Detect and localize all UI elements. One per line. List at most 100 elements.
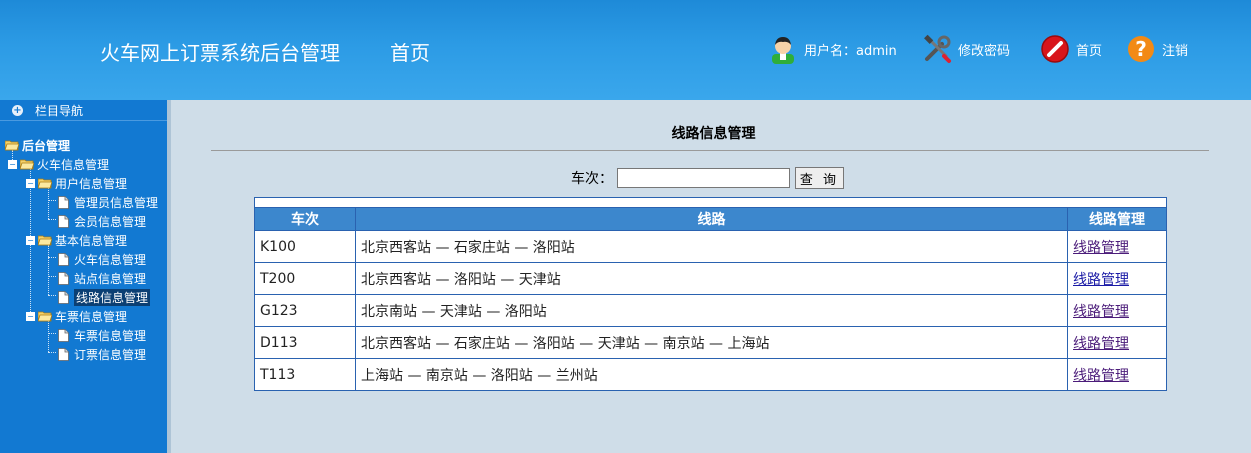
tree-node-label: 订票信息管理 bbox=[74, 347, 147, 362]
home-nav-link[interactable]: 首页 bbox=[390, 37, 430, 66]
document-icon bbox=[58, 252, 69, 266]
folder-open-icon bbox=[38, 178, 52, 188]
tree-node-label: 火车信息管理 bbox=[37, 157, 110, 172]
logout-label: 注销 bbox=[1162, 43, 1189, 59]
tree-line bbox=[48, 276, 56, 277]
change-password-label: 修改密码 bbox=[958, 43, 1011, 59]
collapse-icon[interactable]: − bbox=[26, 311, 35, 321]
document-icon bbox=[58, 347, 69, 361]
question-icon: ? bbox=[1128, 36, 1154, 62]
tree-node-booking-mgmt[interactable]: 订票信息管理 bbox=[58, 345, 146, 363]
svg-text:?: ? bbox=[1135, 37, 1147, 61]
table-spacer bbox=[254, 197, 1167, 208]
column-header-train: 车次 bbox=[254, 207, 356, 231]
expand-icon: + bbox=[12, 104, 23, 116]
user-info: 用户名：admin bbox=[768, 33, 897, 65]
tree-node-member-info[interactable]: 会员信息管理 bbox=[58, 212, 146, 230]
route-cell: 北京南站 — 天津站 — 洛阳站 bbox=[355, 294, 1068, 327]
tree-node-label: 用户信息管理 bbox=[55, 176, 128, 191]
tree-line bbox=[48, 295, 56, 296]
train-cell: T200 bbox=[254, 262, 356, 295]
table-row: K100 北京西客站 — 石家庄站 — 洛阳站 线路管理 bbox=[254, 230, 1167, 263]
top-header: 火车网上订票系统后台管理 首页 用户名：admin 修改密码 首页 ? 注销 bbox=[0, 0, 1251, 100]
home-link[interactable]: 首页 bbox=[1040, 33, 1102, 65]
search-button[interactable]: 查 询 bbox=[795, 167, 844, 189]
route-cell: 上海站 — 南京站 — 洛阳站 — 兰州站 bbox=[355, 358, 1068, 391]
tree-node-root[interactable]: 后台管理 bbox=[5, 136, 70, 154]
train-cell: T113 bbox=[254, 358, 356, 391]
tree-node-user-info[interactable]: − 用户信息管理 bbox=[26, 174, 127, 192]
route-manage-link[interactable]: 线路管理 bbox=[1073, 368, 1129, 384]
route-cell: 北京西客站 — 洛阳站 — 天津站 bbox=[355, 262, 1068, 295]
tree-node-label: 车票信息管理 bbox=[55, 309, 128, 324]
tree-line bbox=[48, 200, 56, 201]
document-icon bbox=[58, 271, 69, 285]
train-number-input[interactable] bbox=[617, 168, 790, 188]
tree-node-label: 火车信息管理 bbox=[74, 252, 147, 267]
route-manage-link[interactable]: 线路管理 bbox=[1073, 304, 1129, 320]
table-row: T113 上海站 — 南京站 — 洛阳站 — 兰州站 线路管理 bbox=[254, 358, 1167, 391]
table-row: T200 北京西客站 — 洛阳站 — 天津站 线路管理 bbox=[254, 262, 1167, 295]
train-cell: D113 bbox=[254, 326, 356, 359]
document-icon bbox=[58, 290, 69, 304]
tree-node-label: 基本信息管理 bbox=[55, 233, 128, 248]
home-link-label: 首页 bbox=[1076, 43, 1103, 59]
folder-open-icon bbox=[5, 140, 19, 150]
page-title: 线路信息管理 bbox=[671, 126, 756, 142]
column-header-route: 线路 bbox=[355, 207, 1068, 231]
tree-node-route-mgmt[interactable]: 线路信息管理 bbox=[58, 288, 151, 306]
collapse-icon[interactable]: − bbox=[26, 235, 35, 245]
tools-icon bbox=[924, 34, 951, 63]
sidebar-nav-header[interactable]: + 栏目导航 bbox=[0, 100, 167, 121]
tree-node-label: 会员信息管理 bbox=[74, 214, 147, 229]
collapse-icon[interactable]: − bbox=[26, 178, 35, 188]
user-avatar-icon bbox=[772, 37, 794, 64]
tree-node-label: 线路信息管理 bbox=[74, 288, 151, 306]
tree-node-train-mgmt[interactable]: 火车信息管理 bbox=[58, 250, 146, 268]
train-cell: K100 bbox=[254, 230, 356, 263]
title-divider bbox=[211, 150, 1209, 151]
document-icon bbox=[58, 195, 69, 209]
table-row: G123 北京南站 — 天津站 — 洛阳站 线路管理 bbox=[254, 294, 1167, 327]
no-entry-icon bbox=[1041, 35, 1069, 63]
tree-line bbox=[48, 333, 56, 334]
column-header-action: 线路管理 bbox=[1067, 207, 1167, 231]
tree-node-label: 站点信息管理 bbox=[74, 271, 147, 286]
tree-node-label: 管理员信息管理 bbox=[74, 195, 159, 210]
document-icon bbox=[58, 214, 69, 228]
logout-link[interactable]: ? 注销 bbox=[1126, 33, 1188, 65]
search-label: 车次： bbox=[571, 171, 613, 187]
tree-line bbox=[48, 245, 49, 295]
tree-node-train-info[interactable]: − 火车信息管理 bbox=[8, 155, 109, 173]
sidebar-nav-title: 栏目导航 bbox=[35, 103, 84, 118]
username-label: 用户名：admin bbox=[804, 43, 897, 59]
collapse-icon[interactable]: − bbox=[8, 159, 17, 169]
tree-node-label: 车票信息管理 bbox=[74, 328, 147, 343]
tree-node-label: 后台管理 bbox=[22, 138, 71, 153]
change-password-link[interactable]: 修改密码 bbox=[922, 33, 1010, 65]
folder-open-icon bbox=[20, 159, 34, 169]
train-cell: G123 bbox=[254, 294, 356, 327]
route-manage-link[interactable]: 线路管理 bbox=[1073, 336, 1129, 352]
tree-line bbox=[48, 219, 56, 220]
main-content: 线路信息管理 车次： 查 询 车次 线路 线路管理 K100 北京西客站 — 石… bbox=[171, 100, 1251, 453]
app-title: 火车网上订票系统后台管理 bbox=[100, 41, 340, 65]
document-icon bbox=[58, 328, 69, 342]
tree-node-ticket-mgmt[interactable]: 车票信息管理 bbox=[58, 326, 146, 344]
table-header: 车次 线路 线路管理 bbox=[254, 207, 1167, 231]
route-manage-link[interactable]: 线路管理 bbox=[1073, 272, 1129, 288]
sidebar: + 栏目导航 后台管理 − 火车信息管理 − 用户信息管理 管理员信息管理 会员… bbox=[0, 100, 167, 453]
route-manage-link[interactable]: 线路管理 bbox=[1073, 240, 1129, 256]
table-row: D113 北京西客站 — 石家庄站 — 洛阳站 — 天津站 — 南京站 — 上海… bbox=[254, 326, 1167, 359]
tree-node-ticket-info[interactable]: − 车票信息管理 bbox=[26, 307, 127, 325]
folder-open-icon bbox=[38, 235, 52, 245]
tree-node-station-mgmt[interactable]: 站点信息管理 bbox=[58, 269, 146, 287]
route-table: 车次 线路 线路管理 K100 北京西客站 — 石家庄站 — 洛阳站 线路管理 … bbox=[254, 197, 1167, 391]
tree-node-basic-info[interactable]: − 基本信息管理 bbox=[26, 231, 127, 249]
tree-line bbox=[48, 188, 49, 219]
tree-line bbox=[48, 352, 56, 353]
folder-open-icon bbox=[38, 311, 52, 321]
route-cell: 北京西客站 — 石家庄站 — 洛阳站 bbox=[355, 230, 1068, 263]
search-bar: 车次： 查 询 bbox=[571, 167, 844, 189]
tree-node-admin-info[interactable]: 管理员信息管理 bbox=[58, 193, 158, 211]
